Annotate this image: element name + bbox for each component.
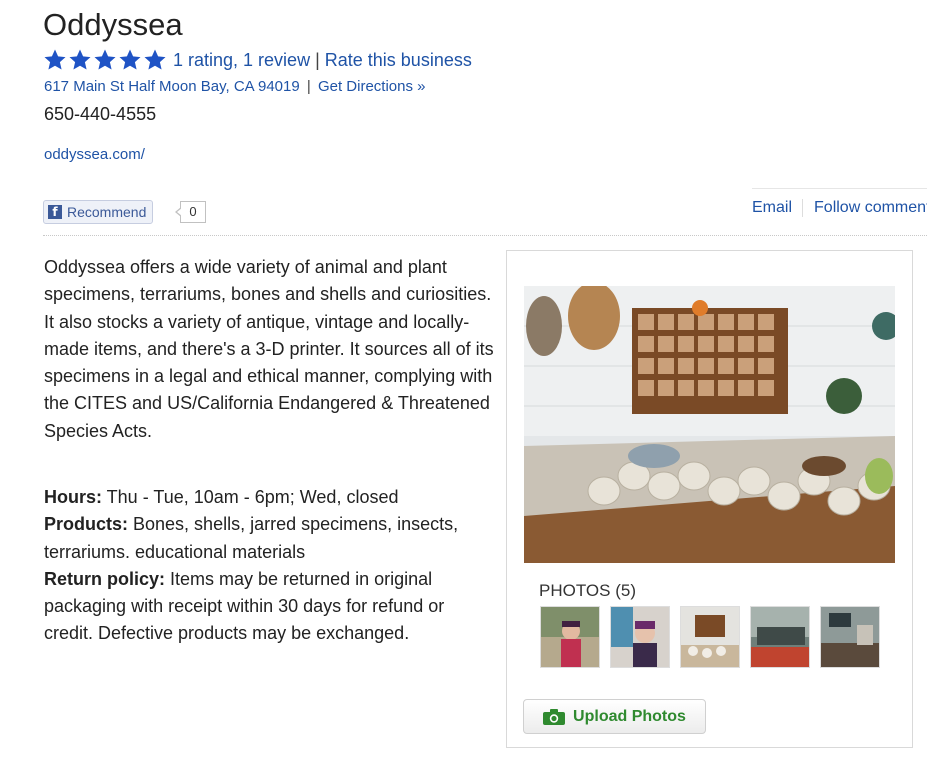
photo-panel: PHOTOS (5) Upload Photos: [506, 250, 913, 748]
camera-icon: [543, 708, 566, 725]
email-link[interactable]: Email: [752, 199, 804, 217]
divider: [43, 235, 927, 236]
address-link[interactable]: 617 Main St Half Moon Bay, CA 94019: [44, 78, 300, 95]
photo-thumbnail[interactable]: [750, 606, 810, 668]
products-label: Products:: [44, 514, 129, 535]
follow-comments-link[interactable]: Follow comments: [803, 199, 927, 217]
star-icon: [69, 49, 91, 70]
upload-photos-button[interactable]: Upload Photos: [523, 699, 706, 734]
reviews-link[interactable]: 1 rating, 1 review: [173, 50, 310, 71]
products-line: Products: Bones, shells, jarred specimen…: [44, 511, 494, 566]
thumbnail-image: [611, 607, 669, 667]
photo-thumbnail[interactable]: [540, 606, 600, 668]
photo-thumbnails: [540, 606, 880, 668]
star-icon: [119, 49, 141, 70]
facebook-recommend-button[interactable]: f Recommend: [43, 200, 154, 224]
separator: |: [306, 78, 311, 95]
shop-interior-photo: [524, 286, 895, 563]
hours-value: Thu - Tue, 10am - 6pm; Wed, closed: [102, 487, 399, 507]
directions-link[interactable]: Get Directions »: [318, 78, 426, 95]
rate-business-link[interactable]: Rate this business: [325, 50, 472, 71]
thumbnail-image: [681, 607, 739, 667]
business-description: Oddyssea offers a wide variety of animal…: [44, 254, 494, 445]
description-text: Oddyssea offers a wide variety of animal…: [44, 257, 494, 441]
business-details: Hours: Thu - Tue, 10am - 6pm; Wed, close…: [44, 484, 494, 648]
recommend-count: 0: [175, 201, 206, 223]
thumbnail-image: [541, 607, 599, 667]
main-photo[interactable]: [524, 286, 895, 563]
rating-stars[interactable]: [43, 48, 167, 72]
rating-row: 1 rating, 1 review | Rate this business: [43, 46, 472, 74]
photos-heading: PHOTOS (5): [539, 581, 636, 600]
thumbnail-image: [751, 607, 809, 667]
phone-number: 650-440-4555: [44, 104, 157, 124]
thumbnail-image: [821, 607, 879, 667]
star-icon: [44, 49, 66, 70]
star-icon: [94, 49, 116, 70]
return-policy-label: Return policy:: [44, 568, 166, 589]
return-policy-line: Return policy: Items may be returned in …: [44, 566, 494, 648]
hours-label: Hours:: [44, 487, 102, 507]
upload-photos-label: Upload Photos: [573, 707, 686, 725]
website-link[interactable]: oddyssea.com/: [44, 146, 145, 163]
star-icon: [144, 49, 166, 70]
business-name: Oddyssea: [43, 7, 183, 42]
photo-thumbnail[interactable]: [680, 606, 740, 668]
address-row: 617 Main St Half Moon Bay, CA 94019 | Ge…: [44, 78, 426, 95]
photo-thumbnail[interactable]: [820, 606, 880, 668]
separator: |: [315, 49, 320, 70]
photo-thumbnail[interactable]: [610, 606, 670, 668]
hours-line: Hours: Thu - Tue, 10am - 6pm; Wed, close…: [44, 484, 494, 511]
action-links: Email Follow comments: [752, 188, 927, 227]
facebook-icon: f: [48, 205, 62, 219]
recommend-label: Recommend: [67, 204, 147, 220]
